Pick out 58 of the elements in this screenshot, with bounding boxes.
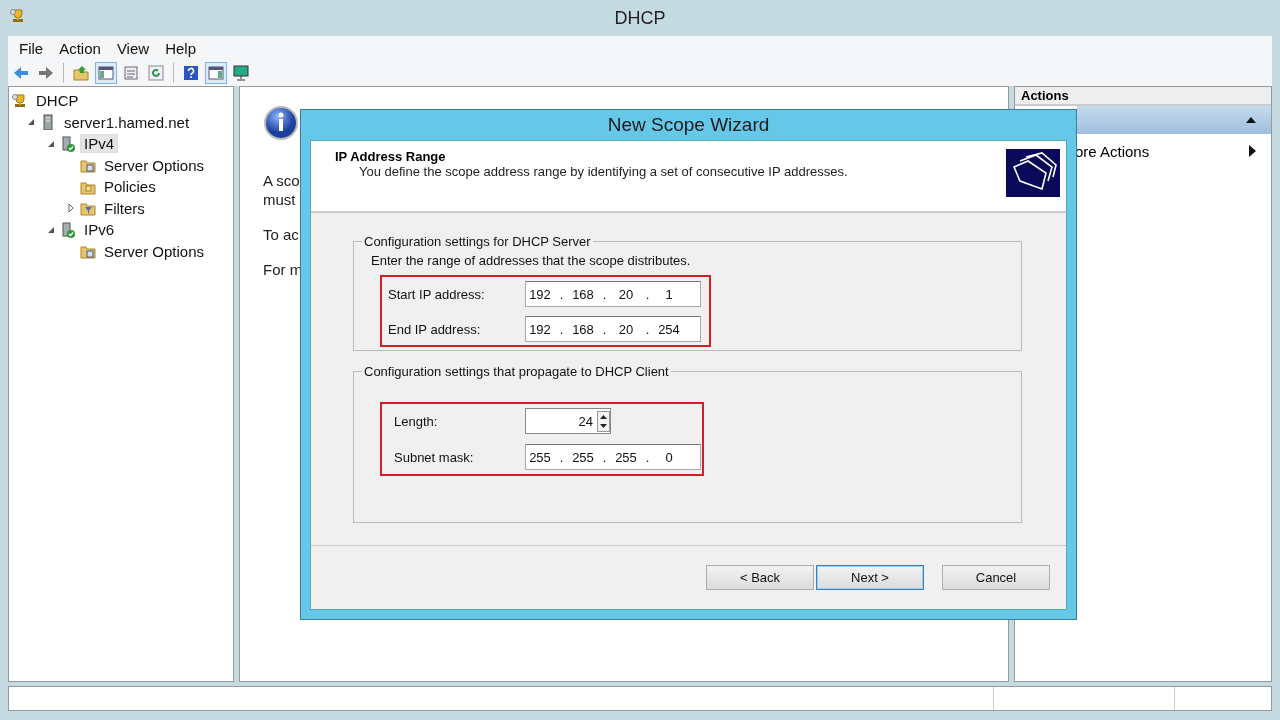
field-label: Length:: [394, 413, 439, 429]
folder-up-icon: [73, 65, 89, 81]
menu-item[interactable]: View: [109, 37, 157, 59]
tree-item[interactable]: IPv6: [80, 220, 118, 240]
info-icon: [263, 105, 299, 141]
help-icon: [183, 65, 199, 81]
wizard-button[interactable]: Cancel: [942, 565, 1050, 590]
tree-item[interactable]: Policies: [100, 177, 160, 197]
group-title: Configuration settings that propagate to DHCP Client: [363, 364, 670, 379]
dhcp-icon: [12, 92, 28, 109]
wizard-button[interactable]: Next >: [816, 565, 924, 590]
forward-arrow-icon: [38, 65, 54, 81]
spinner-arrows-icon: [597, 410, 610, 432]
server-icon: [40, 114, 56, 131]
refresh-button[interactable]: [145, 62, 167, 84]
refresh-icon: [148, 65, 164, 81]
wizard-button[interactable]: < Back: [706, 565, 814, 590]
tree-item[interactable]: Server Options: [100, 155, 209, 175]
field-label: Start IP address:: [388, 286, 486, 302]
folder-icon: [80, 243, 96, 260]
tree-item[interactable]: IPv4: [80, 134, 118, 154]
group-description: Enter the range of addresses that the scope distributes.: [371, 253, 692, 268]
back-arrow-icon: [13, 65, 29, 81]
menu-item[interactable]: File: [12, 37, 51, 59]
page-heading: IP Address Range: [335, 149, 447, 164]
tree-item[interactable]: server1.hamed.net: [60, 112, 194, 132]
submenu-arrow-icon: [1248, 144, 1257, 158]
info-text: must: [263, 190, 296, 209]
field-label: End IP address:: [388, 321, 482, 337]
tree-item[interactable]: Server Options: [100, 241, 209, 261]
info-text: To ac: [263, 225, 299, 244]
tree-item[interactable]: DHCP: [32, 91, 83, 111]
field-label: Subnet mask:: [394, 449, 475, 465]
action-pane-button[interactable]: [205, 62, 227, 84]
page-description: You define the scope address range by identifying a set of consecutive IP addresses.: [358, 164, 849, 179]
monitor-button[interactable]: [230, 62, 252, 84]
ip-address-field[interactable]: 255 . 255 . 255 . 0: [525, 444, 701, 470]
dialog-title: New Scope Wizard: [606, 113, 771, 137]
folders-icon: [1006, 149, 1060, 197]
monitor-icon: [233, 65, 249, 81]
menu-item[interactable]: Help: [158, 37, 203, 59]
list-icon: [123, 65, 139, 81]
console-tree-icon: [98, 65, 114, 81]
ip-address-field[interactable]: 192 . 168 . 20 . 1: [525, 281, 701, 307]
folder-icon: [80, 157, 96, 174]
console-tree-button[interactable]: [95, 62, 117, 84]
group-title: Configuration settings for DHCP Server: [363, 234, 592, 249]
tree-item[interactable]: Filters: [100, 198, 149, 218]
info-text: A sco: [263, 171, 300, 190]
actions-header: Actions: [1015, 87, 1271, 106]
filter-folder-icon: [80, 200, 96, 217]
server-check-icon: [60, 221, 76, 238]
menu-item[interactable]: Action: [52, 37, 108, 59]
action-pane-icon: [208, 65, 224, 81]
window-title: DHCP: [614, 7, 666, 29]
length-spin-field[interactable]: 24: [525, 408, 611, 434]
ip-address-field[interactable]: 192 . 168 . 20 . 254: [525, 316, 701, 342]
server-check-icon: [60, 135, 76, 152]
